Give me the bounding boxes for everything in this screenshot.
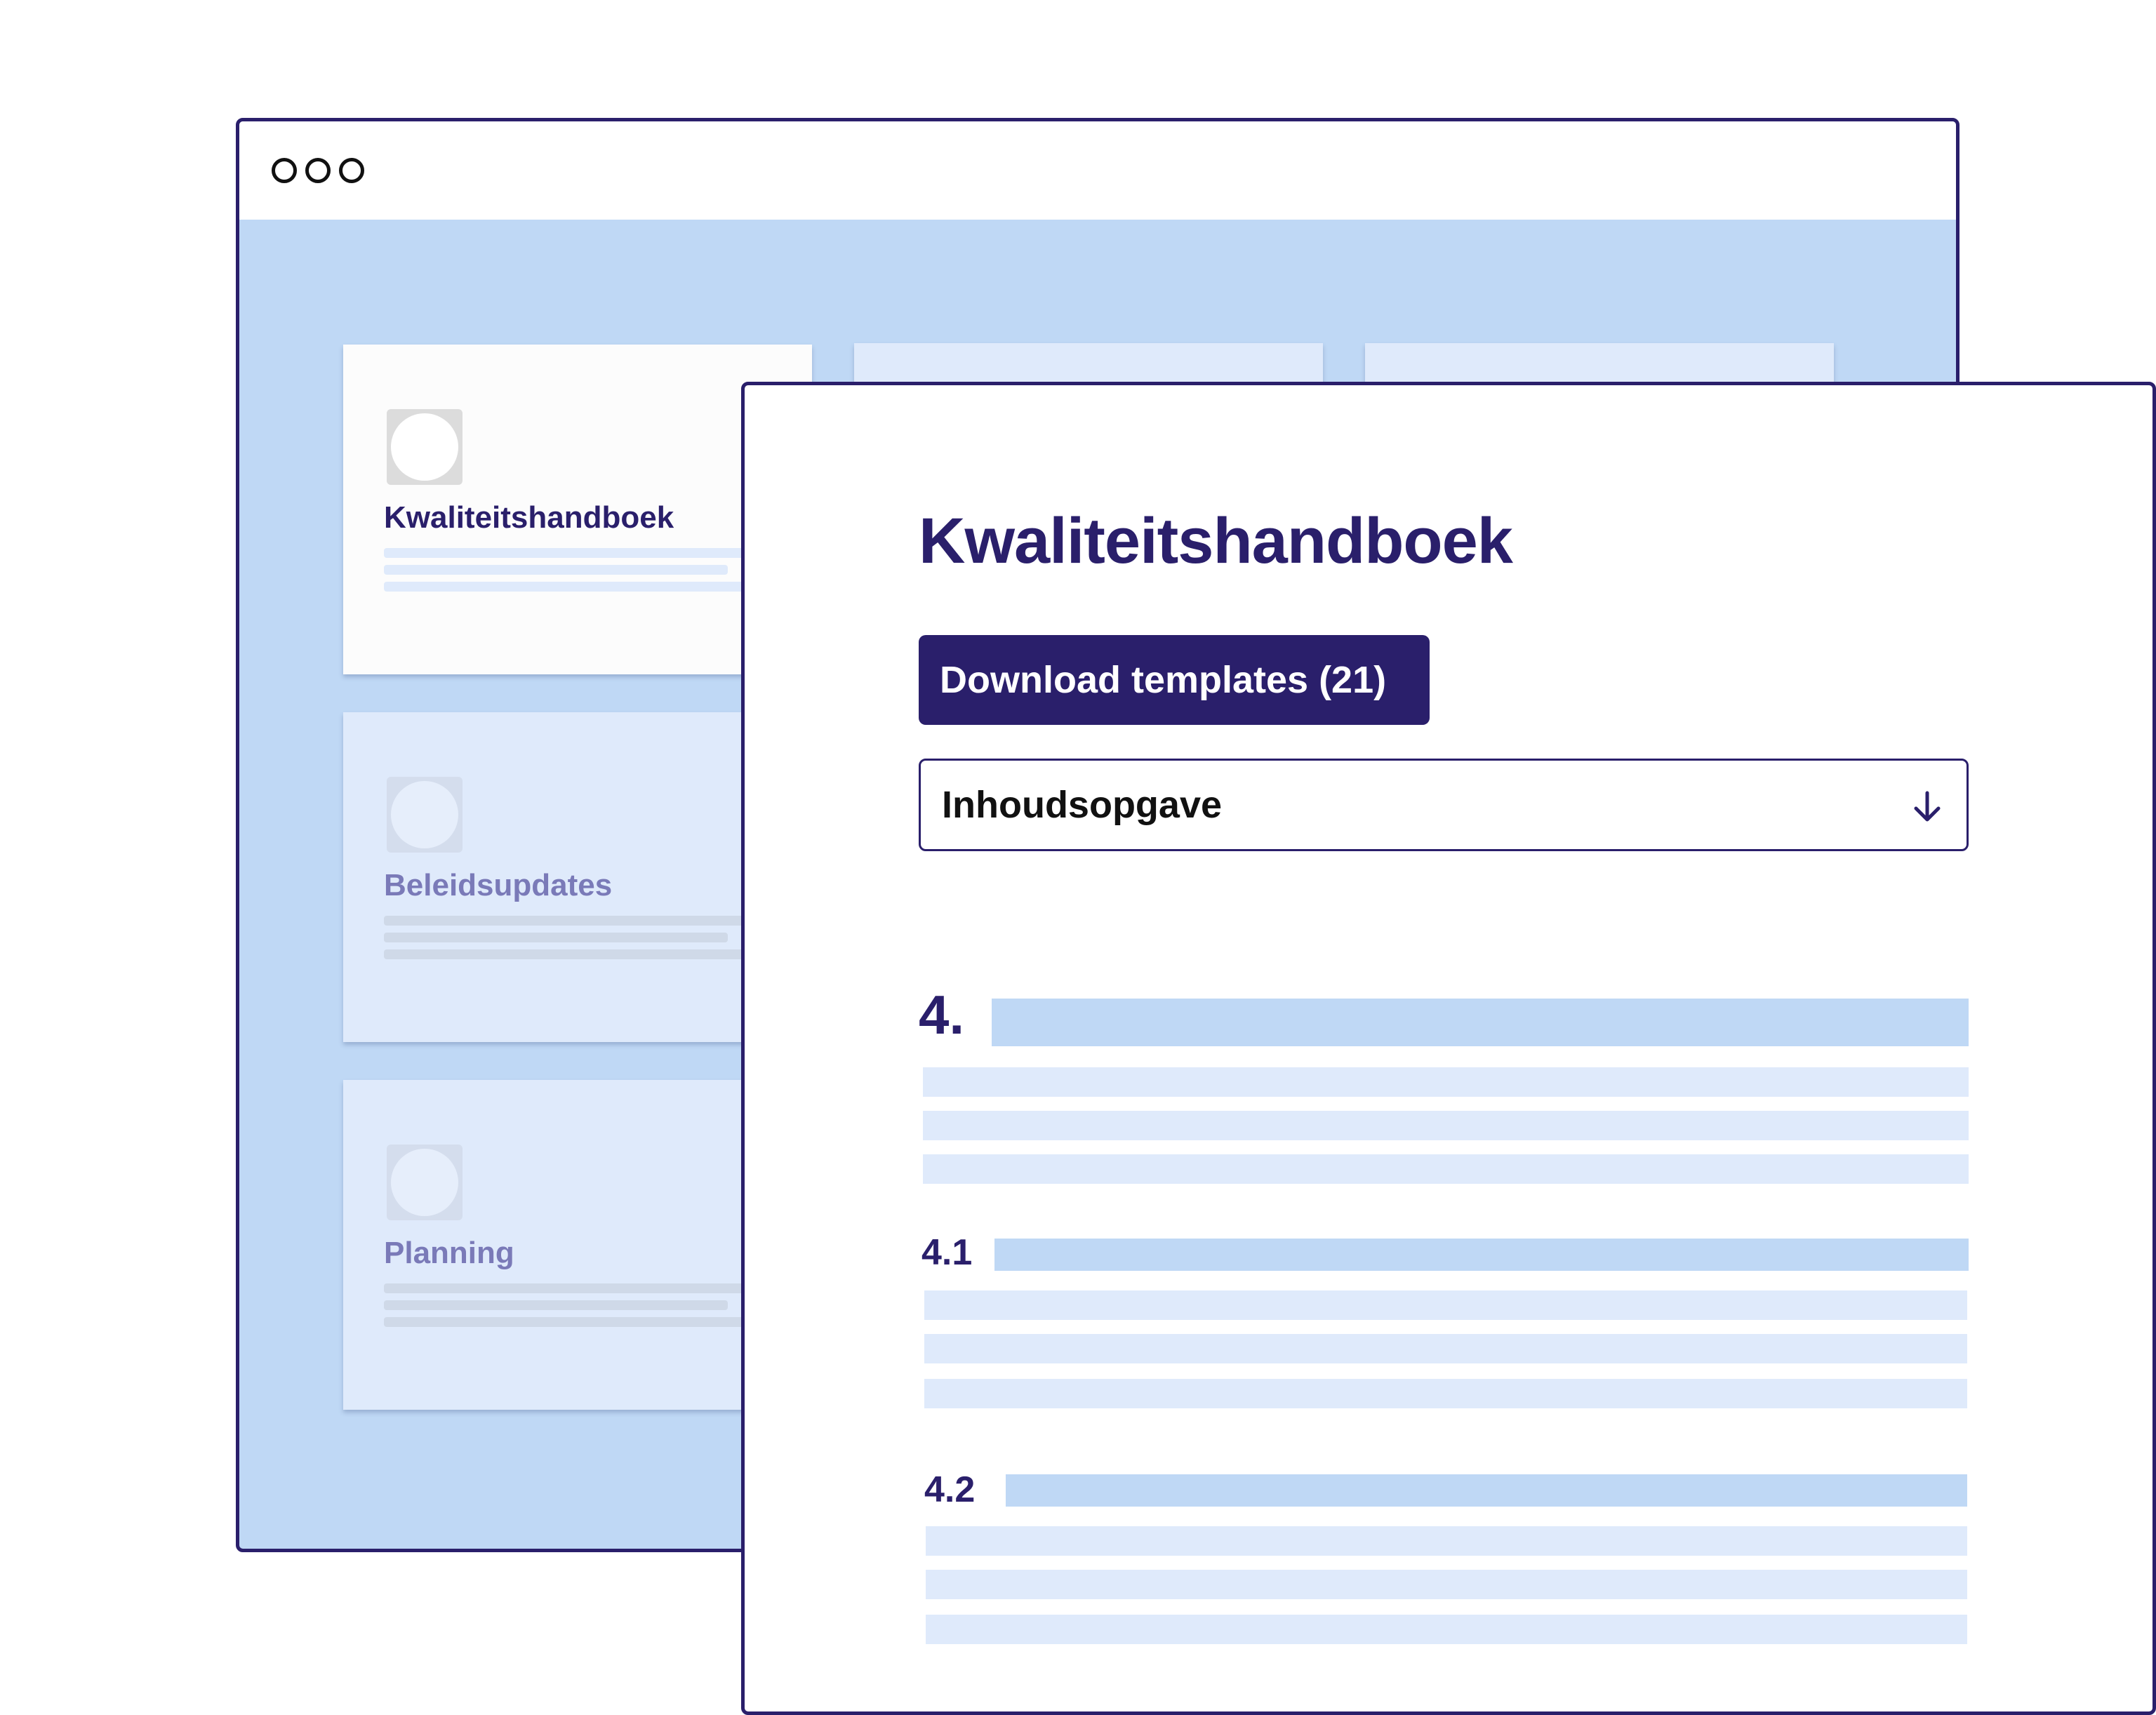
card-placeholder — [1365, 343, 1834, 385]
section-number: 4.2 — [924, 1469, 976, 1510]
text-placeholder-line — [924, 1334, 1967, 1363]
text-placeholder-line — [923, 1067, 1969, 1097]
text-placeholder-line — [926, 1570, 1967, 1599]
card-label: Planning — [384, 1236, 514, 1270]
text-placeholder-line — [384, 1300, 728, 1310]
card-label: Kwaliteitshandboek — [384, 500, 674, 535]
text-placeholder-line — [924, 1290, 1967, 1320]
arrow-down-icon — [1914, 791, 1941, 822]
text-placeholder-line — [384, 916, 777, 926]
text-placeholder-line — [384, 933, 728, 942]
document-title: Kwaliteitshandboek — [919, 505, 1513, 577]
card-image-placeholder-icon — [387, 777, 463, 853]
document-panel: Kwaliteitshandboek Download templates (2… — [741, 382, 2156, 1715]
download-templates-button[interactable]: Download templates (21) — [919, 635, 1430, 725]
text-placeholder-line — [384, 1317, 777, 1327]
card-image-placeholder-icon — [387, 1145, 463, 1220]
card-placeholder — [854, 343, 1323, 385]
toc-select[interactable]: Inhoudsopgave — [919, 759, 1969, 851]
section-number: 4.1 — [921, 1232, 973, 1273]
text-placeholder-line — [384, 949, 777, 959]
text-placeholder-line — [926, 1615, 1967, 1644]
browser-titlebar — [239, 121, 1956, 220]
card-label: Beleidsupdates — [384, 868, 613, 902]
section-heading-placeholder — [994, 1239, 1969, 1271]
section-number: 4. — [919, 984, 965, 1046]
window-control-dot-icon[interactable] — [305, 158, 331, 183]
text-placeholder-line — [384, 1283, 777, 1293]
window-control-dot-icon[interactable] — [339, 158, 364, 183]
window-control-dot-icon[interactable] — [272, 158, 297, 183]
section-heading-placeholder — [1006, 1474, 1967, 1507]
section-heading-placeholder — [992, 999, 1969, 1046]
text-placeholder-line — [384, 565, 728, 575]
card-image-placeholder-icon — [387, 409, 463, 485]
text-placeholder-line — [384, 548, 777, 558]
text-placeholder-line — [923, 1111, 1969, 1140]
text-placeholder-line — [384, 582, 777, 592]
text-placeholder-line — [924, 1379, 1967, 1408]
text-placeholder-line — [926, 1526, 1967, 1556]
toc-select-value: Inhoudsopgave — [942, 784, 1223, 826]
text-placeholder-line — [923, 1154, 1969, 1184]
